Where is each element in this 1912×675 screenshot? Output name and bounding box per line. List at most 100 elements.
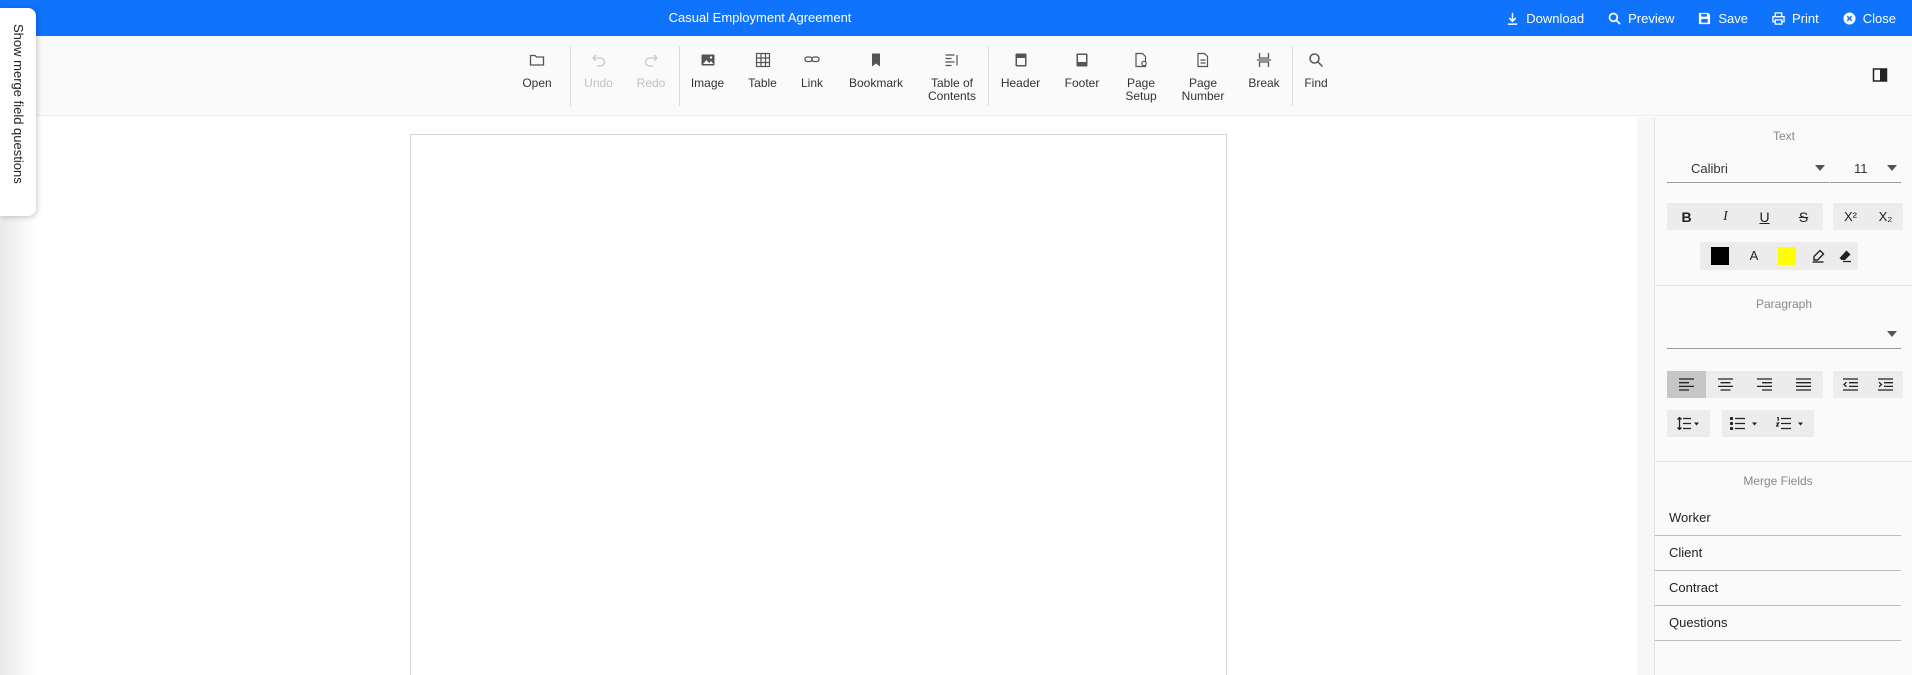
highlighter-icon [1812,249,1824,263]
properties-pane-toggle-icon[interactable] [1872,67,1888,83]
show-merge-field-questions-tab[interactable]: Show merge field questions [0,8,36,216]
image-icon [701,54,714,66]
justify-button[interactable] [1784,371,1823,398]
redo-icon [644,54,658,67]
color-group: A [1700,242,1858,270]
align-left-icon [1679,378,1694,391]
highlighter-button[interactable] [1804,242,1831,269]
break-button[interactable]: Break [1248,36,1280,116]
toolbar-divider [679,46,680,106]
alignment-group [1667,371,1823,398]
line-spacing-button[interactable] [1667,410,1710,437]
properties-pane: Text Calibri 11 B I U S X² X₂ A Paragrap… [1654,117,1912,675]
chevron-down-icon [1815,165,1825,171]
font-style-group: B I U S [1667,203,1823,230]
font-color-swatch [1710,246,1729,265]
document-area[interactable] [36,117,1636,675]
page-number-icon [1197,52,1209,68]
font-color-label[interactable]: A [1739,242,1769,269]
bookmark-button[interactable]: Bookmark [847,36,905,116]
toolbar-divider [988,46,989,106]
increase-indent-icon [1878,378,1893,391]
undo-button[interactable]: Undo [583,36,614,116]
numbered-list-icon [1776,417,1803,430]
page-number-button[interactable]: Page Number [1181,36,1225,116]
align-right-icon [1757,378,1772,391]
toolbar-divider [1292,46,1293,106]
link-icon [804,56,820,63]
undo-icon [591,54,605,67]
download-button[interactable]: Download [1506,11,1584,26]
merge-field-questions[interactable]: Questions [1655,606,1901,641]
folder-icon [529,54,545,66]
strikethrough-button[interactable]: S [1784,203,1823,230]
numbered-list-button[interactable] [1768,410,1814,437]
redo-button[interactable]: Redo [636,36,666,116]
preview-button[interactable]: Preview [1608,11,1674,26]
header-icon [1015,53,1026,67]
text-section-title: Text [1772,129,1795,143]
open-button[interactable]: Open [520,36,554,116]
page-setup-button[interactable]: Page Setup [1124,36,1158,116]
save-button[interactable]: Save [1698,11,1748,26]
align-center-button[interactable] [1706,371,1745,398]
align-center-icon [1718,378,1733,391]
search-icon [1309,53,1324,68]
chevron-down-icon [1887,165,1897,171]
close-button[interactable]: Close [1843,11,1896,26]
title-bar-actions: Download Preview Save Print Close [1506,0,1896,36]
close-icon [1843,11,1856,25]
page-setup-icon [1135,52,1147,68]
merge-field-worker[interactable]: Worker [1655,501,1901,536]
paragraph-section-title: Paragraph [1755,297,1813,311]
document-title: Casual Employment Agreement [668,10,852,25]
table-icon [755,52,770,68]
increase-indent-button[interactable] [1868,371,1903,398]
link-button[interactable]: Link [799,36,825,116]
toolbar: Open Undo Redo Image Table Link Bookmark [0,36,1912,116]
image-button[interactable]: Image [690,36,725,116]
bold-button[interactable]: B [1667,203,1706,230]
list-group [1722,410,1814,437]
bullet-list-button[interactable] [1722,410,1768,437]
table-of-contents-button[interactable]: Table of Contents [928,36,976,116]
chevron-down-icon [1887,331,1897,337]
table-button[interactable]: Table [747,36,778,116]
merge-field-contract[interactable]: Contract [1655,571,1901,606]
paragraph-style-dropdown[interactable] [1667,323,1901,349]
italic-button[interactable]: I [1706,203,1745,230]
find-button[interactable]: Find [1304,36,1328,116]
decrease-indent-button[interactable] [1833,371,1868,398]
merge-field-client[interactable]: Client [1655,536,1901,571]
section-divider [1655,461,1912,462]
subscript-button[interactable]: X₂ [1868,203,1903,230]
bookmark-icon [872,53,880,67]
print-icon [1772,11,1785,25]
save-icon [1699,12,1711,24]
table-of-contents-icon [945,54,958,67]
footer-icon [1076,53,1088,67]
font-color-picker[interactable] [1700,242,1739,269]
print-button[interactable]: Print [1772,11,1819,26]
section-divider [1655,285,1912,286]
font-family-dropdown[interactable]: Calibri [1667,157,1829,183]
underline-button[interactable]: U [1745,203,1784,230]
align-right-button[interactable] [1745,371,1784,398]
superscript-button[interactable]: X² [1833,203,1868,230]
footer-button[interactable]: Footer [1063,36,1101,116]
document-page[interactable] [410,134,1227,675]
align-left-button[interactable] [1667,371,1706,398]
decrease-indent-icon [1843,378,1858,391]
indent-group [1833,371,1903,398]
clear-formatting-button[interactable] [1831,242,1858,269]
title-bar: Casual Employment Agreement Download Pre… [0,0,1912,36]
eraser-icon [1839,250,1851,262]
line-spacing-group [1667,410,1710,437]
header-button[interactable]: Header [999,36,1042,116]
line-spacing-icon [1676,417,1699,430]
highlight-color-picker[interactable] [1769,242,1804,269]
document-scrollbar[interactable] [1637,117,1654,675]
toolbar-divider [570,46,571,106]
justify-icon [1796,378,1811,391]
font-size-dropdown[interactable]: 11 [1830,157,1901,183]
